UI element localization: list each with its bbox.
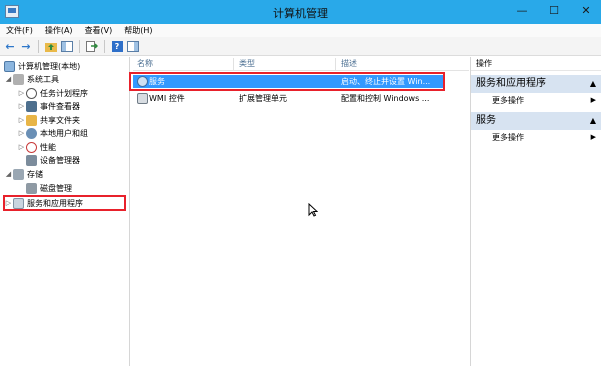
highlight-box-services-apps [3,195,126,211]
help-icon: ? [111,40,123,52]
tree-node-performance[interactable]: ▷ 性能 [17,141,56,154]
tree-node-storage[interactable]: ◢ 存储 [4,168,43,181]
list-view: 名称 类型 描述 服务 启动、终止并设置 Win... WMI 控件 扩展管理单… [133,57,469,366]
menu-action[interactable]: 操作(A) [45,24,73,37]
actions-pane: 操作 服务和应用程序 ▲ 更多操作 ▶ 服务 ▲ 更多操作 ▶ [470,57,601,366]
tree-node-root[interactable]: 计算机管理(本地) [4,60,80,73]
tree-label: 共享文件夹 [40,116,80,125]
shared-folder-icon [26,115,37,126]
folder-up-icon [45,42,57,52]
toolbar: ← → ? [0,37,601,56]
toolbar-separator [79,39,80,53]
back-button[interactable]: ← [3,39,17,53]
disk-icon [26,183,37,194]
window-controls: — ☐ ✕ [515,4,593,18]
toolbar-separator [104,39,105,53]
expand-arrow-icon[interactable]: ▷ [17,100,26,113]
tree-node-local-users[interactable]: ▷ 本地用户和组 [17,127,88,140]
action-pane-button[interactable] [126,39,140,53]
export-icon [86,40,98,52]
forward-button[interactable]: → [19,39,33,53]
mouse-cursor-icon [308,203,318,217]
action-pane-icon [127,40,139,52]
actions-header: 操作 [471,57,601,71]
menu-help[interactable]: 帮助(H) [124,24,152,37]
expand-arrow-icon[interactable]: ▷ [17,141,26,154]
clock-icon [26,88,37,99]
tree-label: 存储 [27,170,43,179]
minimize-button[interactable]: — [515,4,529,18]
tree-node-device-manager[interactable]: 设备管理器 [26,154,80,167]
tree-node-event-viewer[interactable]: ▷ 事件查看器 [17,100,80,113]
window-title: 计算机管理 [273,7,328,20]
row-name: WMI 控件 [149,94,185,103]
toolbar-separator [38,39,39,53]
collapse-arrow-icon[interactable]: ◢ [4,73,13,86]
tree-label: 系统工具 [27,75,59,84]
column-header-name[interactable]: 名称 [137,57,153,71]
forward-arrow-icon: → [21,39,31,53]
tree-node-shared-folders[interactable]: ▷ 共享文件夹 [17,114,80,127]
row-description: 配置和控制 Windows ... [341,94,430,103]
computer-management-icon [4,61,15,72]
column-divider[interactable] [233,58,234,70]
highlight-box-services-row [129,72,445,91]
help-button[interactable]: ? [110,39,124,53]
section-title: 服务和应用程序 [476,78,546,89]
collapse-triangle-icon[interactable]: ▲ [590,112,596,130]
row-type: 扩展管理单元 [239,94,287,103]
tree-label: 设备管理器 [40,156,80,165]
column-header-description[interactable]: 描述 [341,57,357,71]
section-title: 服务 [476,115,496,126]
collapse-triangle-icon[interactable]: ▲ [590,75,596,93]
expand-arrow-icon[interactable]: ▷ [17,127,26,140]
title-bar: 计算机管理 — ☐ ✕ [0,0,601,24]
tools-icon [13,74,24,85]
menu-file[interactable]: 文件(F) [6,24,33,37]
tree-label: 事件查看器 [40,102,80,111]
tree-node-disk-management[interactable]: 磁盘管理 [26,182,72,195]
tree-node-task-scheduler[interactable]: ▷ 任务计划程序 [17,87,88,100]
collapse-arrow-icon[interactable]: ◢ [4,168,13,181]
export-list-button[interactable] [85,39,99,53]
up-folder-button[interactable] [44,39,58,53]
console-tree-icon [61,40,73,52]
more-actions-label: 更多操作 [492,133,524,142]
column-header-row: 名称 类型 描述 [133,57,469,71]
wmi-control-icon [137,93,148,104]
performance-icon [26,142,37,153]
storage-icon [13,169,24,180]
maximize-button[interactable]: ☐ [547,4,561,18]
console-tree: 计算机管理(本地) ◢ 系统工具 ▷ 任务计划程序 ▷ 事件查看器 ▷ 共享文件… [0,57,130,366]
expand-arrow-icon[interactable]: ▷ [17,87,26,100]
close-button[interactable]: ✕ [579,4,593,18]
more-actions-label: 更多操作 [492,96,524,105]
submenu-arrow-icon: ▶ [590,96,596,104]
menu-view[interactable]: 查看(V) [85,24,113,37]
submenu-arrow-icon: ▶ [590,133,596,141]
list-row-wmi[interactable]: WMI 控件 扩展管理单元 配置和控制 Windows ... [133,92,443,105]
actions-section-services-apps[interactable]: 服务和应用程序 ▲ [471,75,601,93]
device-manager-icon [26,155,37,166]
tree-label: 性能 [40,143,56,152]
column-divider[interactable] [335,58,336,70]
back-arrow-icon: ← [5,39,15,53]
tree-label: 计算机管理(本地) [18,62,81,71]
expand-arrow-icon[interactable]: ▷ [17,114,26,127]
tree-label: 磁盘管理 [40,184,72,193]
more-actions-item[interactable]: 更多操作 ▶ [471,94,601,107]
show-hide-tree-button[interactable] [60,39,74,53]
tree-label: 本地用户和组 [40,129,88,138]
event-viewer-icon [26,101,37,112]
more-actions-item[interactable]: 更多操作 ▶ [471,131,601,144]
menu-bar: 文件(F) 操作(A) 查看(V) 帮助(H) [0,24,601,37]
users-icon [26,128,37,139]
tree-node-system-tools[interactable]: ◢ 系统工具 [4,73,59,86]
actions-section-services[interactable]: 服务 ▲ [471,112,601,130]
column-header-type[interactable]: 类型 [239,57,255,71]
tree-label: 任务计划程序 [40,89,88,98]
